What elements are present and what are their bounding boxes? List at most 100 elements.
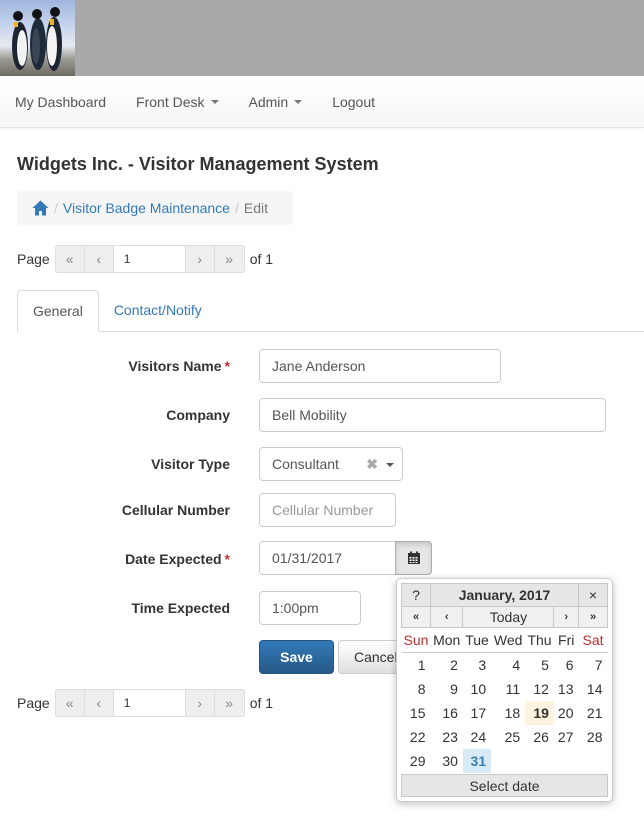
clear-selection-icon[interactable]: ✖ (366, 456, 378, 473)
calendar-help-button[interactable]: ? (401, 583, 431, 607)
pager-controls: « ‹ › » (54, 689, 245, 717)
nav-my-dashboard[interactable]: My Dashboard (0, 76, 121, 127)
nav-front-desk-label: Front Desk (136, 93, 205, 110)
calendar-prev-month-button[interactable]: ‹ (429, 606, 464, 628)
calendar-prev-year-button[interactable]: « (401, 606, 431, 628)
calendar-day[interactable]: 31 (462, 748, 492, 773)
tab-contact-notify[interactable]: Contact/Notify (99, 290, 217, 331)
company-input[interactable]: Bell Mobility (259, 398, 606, 432)
calendar-day[interactable]: 11 (491, 677, 525, 701)
calendar-day[interactable]: 27 (554, 725, 579, 749)
weekday-header: Wed (491, 627, 526, 653)
next-page-button[interactable]: › (185, 690, 215, 716)
calendar-day[interactable]: 19 (525, 700, 554, 725)
calendar-day[interactable]: 15 (402, 701, 431, 725)
pager-top: Page « ‹ › » of 1 (17, 245, 273, 273)
pager-bottom: Page « ‹ › » of 1 (17, 689, 273, 717)
company-label: Company (166, 407, 230, 423)
calendar-day[interactable]: 21 (579, 701, 608, 725)
time-expected-label: Time Expected (131, 600, 230, 616)
time-expected-input[interactable]: 1:00pm (259, 591, 361, 625)
calendar-day[interactable]: 30 (431, 749, 463, 773)
breadcrumb-home[interactable] (32, 200, 49, 216)
calendar-day[interactable]: 2 (431, 653, 463, 677)
calendar-day[interactable]: 6 (554, 653, 579, 677)
last-page-button[interactable]: » (214, 246, 244, 272)
prev-page-button[interactable]: ‹ (84, 246, 114, 272)
calendar-month-title[interactable]: January, 2017 (430, 583, 579, 607)
calendar-close-button[interactable]: × (578, 583, 608, 607)
calendar-day[interactable]: 20 (554, 701, 579, 725)
caret-down-icon (294, 99, 303, 104)
calendar-weekday-row: Sun Mon Tue Wed Thu Fri Sat (401, 627, 608, 653)
page-number-input[interactable] (113, 690, 186, 716)
calendar-day[interactable]: 24 (463, 725, 491, 749)
calendar-day[interactable]: 12 (525, 677, 554, 701)
first-page-button[interactable]: « (55, 690, 85, 716)
save-button[interactable]: Save (259, 640, 334, 674)
tab-bar: General Contact/Notify (17, 290, 644, 332)
date-expected-input[interactable]: 01/31/2017 (259, 541, 396, 575)
visitor-type-value: Consultant (272, 456, 339, 472)
calendar-day[interactable]: 10 (463, 677, 491, 701)
calendar-day[interactable]: 13 (554, 677, 579, 701)
nav-admin[interactable]: Admin (234, 76, 318, 127)
weekday-header: Thu (525, 627, 554, 653)
visitors-name-label: Visitors Name * (128, 358, 230, 374)
pager-label: Page (17, 695, 50, 711)
prev-page-button[interactable]: ‹ (84, 690, 114, 716)
calendar-day[interactable]: 17 (463, 701, 491, 725)
calendar-day[interactable]: 28 (579, 725, 608, 749)
calendar-next-year-button[interactable]: » (578, 606, 608, 628)
calendar-day[interactable]: 9 (431, 677, 463, 701)
tab-general[interactable]: General (17, 290, 99, 332)
calendar-empty-cell (491, 749, 525, 773)
breadcrumb-separator: / (54, 200, 58, 216)
calendar-day[interactable]: 25 (491, 725, 525, 749)
page-count: of 1 (249, 695, 274, 711)
calendar-empty-cell (525, 749, 554, 773)
calendar-day[interactable]: 29 (402, 749, 431, 773)
next-page-button[interactable]: › (185, 246, 215, 272)
calendar-day[interactable]: 23 (431, 725, 463, 749)
calendar-day[interactable]: 14 (579, 677, 608, 701)
calendar-select-date-footer[interactable]: Select date (401, 773, 608, 797)
page-number-input[interactable] (113, 246, 186, 272)
visitor-type-select[interactable]: Consultant ✖ (259, 447, 403, 481)
first-page-button[interactable]: « (55, 246, 85, 272)
nav-front-desk[interactable]: Front Desk (121, 76, 233, 127)
visitors-name-label-text: Visitors Name (128, 358, 222, 374)
calendar-day[interactable]: 4 (491, 653, 525, 677)
home-icon (32, 200, 49, 216)
cellular-number-input[interactable]: Cellular Number (259, 493, 396, 527)
calendar-day[interactable]: 1 (402, 653, 431, 677)
calendar-week-row: 1234567 (402, 653, 608, 677)
calendar-day[interactable]: 8 (402, 677, 431, 701)
date-picker-popup: ? January, 2017 × « ‹ Today › » Sun Mon … (396, 578, 613, 802)
calendar-day[interactable]: 18 (491, 701, 525, 725)
weekday-header: Sun (401, 627, 431, 653)
weekday-header: Sat (578, 627, 608, 653)
chevron-down-icon[interactable] (386, 463, 394, 467)
calendar-day[interactable]: 22 (402, 725, 431, 749)
calendar-day[interactable]: 26 (525, 725, 554, 749)
calendar-button[interactable] (395, 541, 432, 575)
nav-logout[interactable]: Logout (317, 76, 390, 127)
calendar-day[interactable]: 7 (579, 653, 608, 677)
cellular-number-label: Cellular Number (121, 502, 230, 518)
weekday-header: Fri (553, 627, 579, 653)
top-navbar: My Dashboard Front Desk Admin Logout (0, 76, 644, 128)
calendar-table: ? January, 2017 × « ‹ Today › » Sun Mon … (401, 583, 608, 773)
penguins-image (12, 7, 62, 71)
breadcrumb-visitor-badge-maintenance[interactable]: Visitor Badge Maintenance (63, 200, 230, 216)
visitors-name-input[interactable]: Jane Anderson (259, 349, 501, 383)
last-page-button[interactable]: » (214, 690, 244, 716)
calendar-next-month-button[interactable]: › (553, 606, 579, 628)
calendar-day[interactable]: 5 (525, 653, 554, 677)
calendar-day[interactable]: 16 (431, 701, 463, 725)
calendar-day[interactable]: 3 (463, 653, 491, 677)
calendar-week-row: 8 9 10 11 12 13 14 (402, 677, 608, 701)
logo-penguins[interactable] (0, 0, 75, 76)
nav-logout-label: Logout (332, 93, 376, 110)
calendar-today-button[interactable]: Today (462, 606, 555, 628)
